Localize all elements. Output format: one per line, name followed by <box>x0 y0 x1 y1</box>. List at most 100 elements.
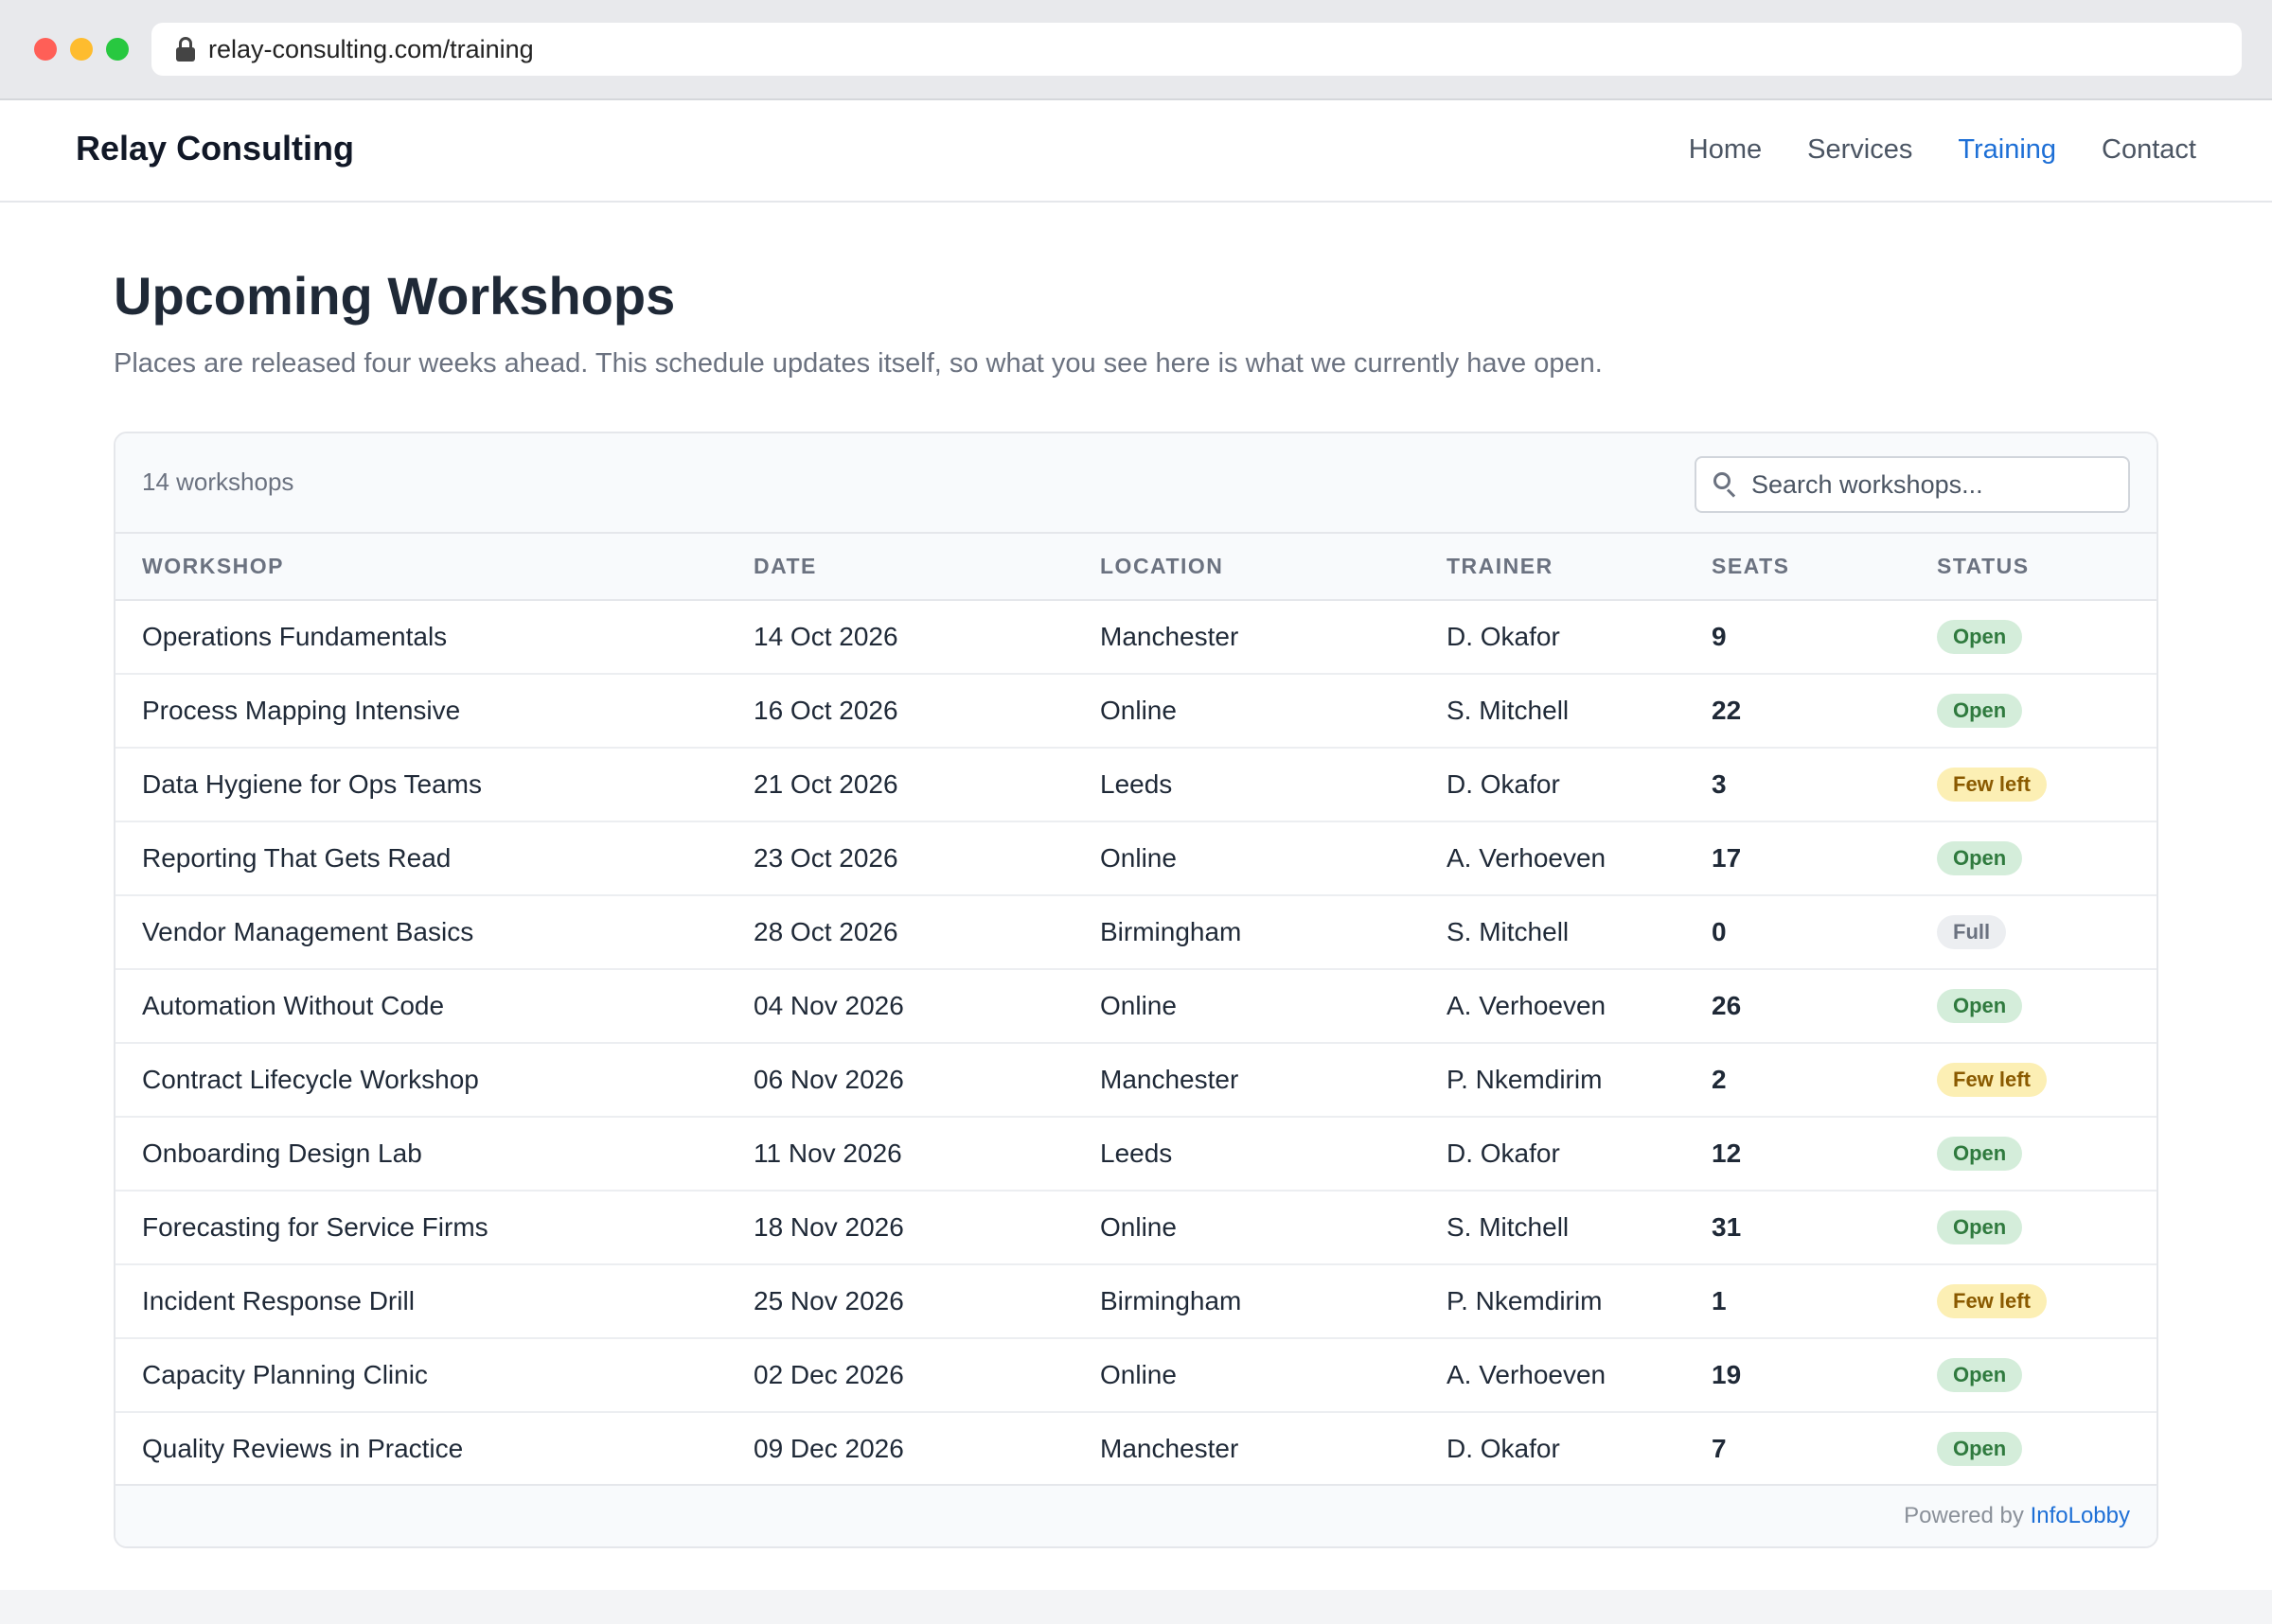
cell-trainer: P. Nkemdirim <box>1447 1065 1603 1094</box>
cell-workshop: Quality Reviews in Practice <box>142 1434 464 1463</box>
cell-workshop: Contract Lifecycle Workshop <box>142 1065 479 1094</box>
workshops-table: WORKSHOP DATE LOCATION TRAINER SEATS STA… <box>115 534 2157 1487</box>
cell-status: Open <box>1910 821 2157 895</box>
cell-date: 18 Nov 2026 <box>754 1212 904 1242</box>
cell-seats: 1 <box>1712 1286 1727 1315</box>
cell-workshop: Process Mapping Intensive <box>142 696 461 725</box>
cell-status: Full <box>1910 895 2157 969</box>
cell-date: 09 Dec 2026 <box>754 1434 904 1463</box>
search-box[interactable] <box>1695 456 2130 513</box>
cell-date: 14 Oct 2026 <box>754 622 898 651</box>
table-row[interactable]: Operations Fundamentals 14 Oct 2026 Manche… <box>115 600 2157 674</box>
cell-location: Online <box>1100 991 1177 1020</box>
table-row[interactable]: Forecasting for Service Firms 18 Nov 2026… <box>115 1191 2157 1264</box>
status-badge: Open <box>1937 841 2023 875</box>
cell-location: Manchester <box>1100 1065 1239 1094</box>
powered-by-link[interactable]: InfoLobby <box>2031 1503 2130 1528</box>
table-row[interactable]: Incident Response Drill 25 Nov 2026 Birmin… <box>115 1264 2157 1338</box>
cell-status: Few left <box>1910 1043 2157 1117</box>
column-header-workshop[interactable]: WORKSHOP <box>115 534 727 600</box>
table-row[interactable]: Capacity Planning Clinic 02 Dec 2026 Onlin… <box>115 1338 2157 1412</box>
powered-by-prefix: Powered by <box>1904 1503 2024 1528</box>
cell-seats: 7 <box>1712 1434 1727 1463</box>
table-row[interactable]: Contract Lifecycle Workshop 06 Nov 2026 Ma… <box>115 1043 2157 1117</box>
cell-trainer: D. Okafor <box>1447 769 1560 799</box>
cell-seats: 0 <box>1712 917 1727 946</box>
window-maximize-button[interactable] <box>106 38 129 61</box>
cell-workshop: Capacity Planning Clinic <box>142 1360 428 1389</box>
cell-location: Birmingham <box>1100 917 1242 946</box>
page-bottom-strip <box>0 1590 2272 1624</box>
cell-workshop: Operations Fundamentals <box>142 622 448 651</box>
url-text: relay-consulting.com/training <box>208 34 534 63</box>
browser-chrome: relay-consulting.com/training <box>0 0 2272 100</box>
cell-trainer: A. Verhoeven <box>1447 1360 1606 1389</box>
cell-trainer: A. Verhoeven <box>1447 843 1606 873</box>
page-title: Upcoming Workshops <box>114 266 676 326</box>
address-bar[interactable]: relay-consulting.com/training <box>151 23 2242 76</box>
cell-date: 02 Dec 2026 <box>754 1360 904 1389</box>
cell-trainer: D. Okafor <box>1447 622 1560 651</box>
cell-seats: 12 <box>1712 1139 1742 1168</box>
column-header-status[interactable]: STATUS <box>1910 534 2157 600</box>
powered-by: Powered by InfoLobby <box>1904 1503 2130 1529</box>
status-badge: Open <box>1937 620 2023 654</box>
cell-workshop: Automation Without Code <box>142 991 445 1020</box>
window-close-button[interactable] <box>34 38 57 61</box>
cell-date: 21 Oct 2026 <box>754 769 898 799</box>
window-minimize-button[interactable] <box>70 38 93 61</box>
cell-status: Open <box>1910 674 2157 748</box>
cell-location: Manchester <box>1100 1434 1239 1463</box>
status-badge: Full <box>1937 915 2007 949</box>
table-header-row: WORKSHOP DATE LOCATION TRAINER SEATS STA… <box>115 534 2157 600</box>
status-badge: Open <box>1937 694 2023 728</box>
column-header-date[interactable]: DATE <box>727 534 1074 600</box>
cell-location: Leeds <box>1100 1139 1173 1168</box>
cell-date: 04 Nov 2026 <box>754 991 904 1020</box>
table-row[interactable]: Onboarding Design Lab 11 Nov 2026 Leeds D. … <box>115 1117 2157 1191</box>
brand-logo[interactable]: Relay Consulting <box>76 129 354 168</box>
column-header-trainer[interactable]: TRAINER <box>1420 534 1685 600</box>
cell-status: Open <box>1910 600 2157 674</box>
table-row[interactable]: Process Mapping Intensive 16 Oct 2026 Onli… <box>115 674 2157 748</box>
cell-seats: 2 <box>1712 1065 1727 1094</box>
cell-location: Leeds <box>1100 769 1173 799</box>
table-body: Operations Fundamentals 14 Oct 2026 Manche… <box>115 600 2157 1486</box>
page-subtitle: Places are released four weeks ahead. Th… <box>114 348 1603 379</box>
cell-trainer: S. Mitchell <box>1447 917 1570 946</box>
table-row[interactable]: Quality Reviews in Practice 09 Dec 2026 Ma… <box>115 1412 2157 1486</box>
cell-workshop: Onboarding Design Lab <box>142 1139 422 1168</box>
cell-seats: 17 <box>1712 843 1742 873</box>
status-badge: Open <box>1937 1137 2023 1171</box>
table-row[interactable]: Reporting That Gets Read 23 Oct 2026 Onlin… <box>115 821 2157 895</box>
column-header-location[interactable]: LOCATION <box>1074 534 1420 600</box>
table-row[interactable]: Automation Without Code 04 Nov 2026 Online… <box>115 969 2157 1043</box>
cell-location: Online <box>1100 1212 1177 1242</box>
table-row[interactable]: Vendor Management Basics 28 Oct 2026 Birmi… <box>115 895 2157 969</box>
cell-seats: 26 <box>1712 991 1742 1020</box>
search-input[interactable] <box>1751 469 2111 500</box>
cell-status: Open <box>1910 1117 2157 1191</box>
cell-date: 16 Oct 2026 <box>754 696 898 725</box>
status-badge: Open <box>1937 989 2023 1023</box>
cell-date: 23 Oct 2026 <box>754 843 898 873</box>
cell-seats: 31 <box>1712 1212 1742 1242</box>
nav-contact[interactable]: Contact <box>2102 134 2196 166</box>
cell-location: Birmingham <box>1100 1286 1242 1315</box>
cell-date: 25 Nov 2026 <box>754 1286 904 1315</box>
cell-workshop: Incident Response Drill <box>142 1286 415 1315</box>
nav-services[interactable]: Services <box>1807 134 1912 166</box>
column-header-seats[interactable]: SEATS <box>1685 534 1910 600</box>
status-badge: Few left <box>1937 1284 2047 1318</box>
cell-trainer: A. Verhoeven <box>1447 991 1606 1020</box>
cell-date: 28 Oct 2026 <box>754 917 898 946</box>
cell-status: Open <box>1910 969 2157 1043</box>
cell-status: Open <box>1910 1338 2157 1412</box>
workshop-count: 14 workshops <box>142 468 294 496</box>
table-row[interactable]: Data Hygiene for Ops Teams 21 Oct 2026 Lee… <box>115 748 2157 821</box>
nav-training[interactable]: Training <box>1958 134 2056 166</box>
status-badge: Open <box>1937 1358 2023 1392</box>
cell-seats: 9 <box>1712 622 1727 651</box>
workshops-card: 14 workshops WORKSHOP DATE LOCATION TRAI… <box>114 432 2158 1548</box>
nav-home[interactable]: Home <box>1689 134 1762 166</box>
